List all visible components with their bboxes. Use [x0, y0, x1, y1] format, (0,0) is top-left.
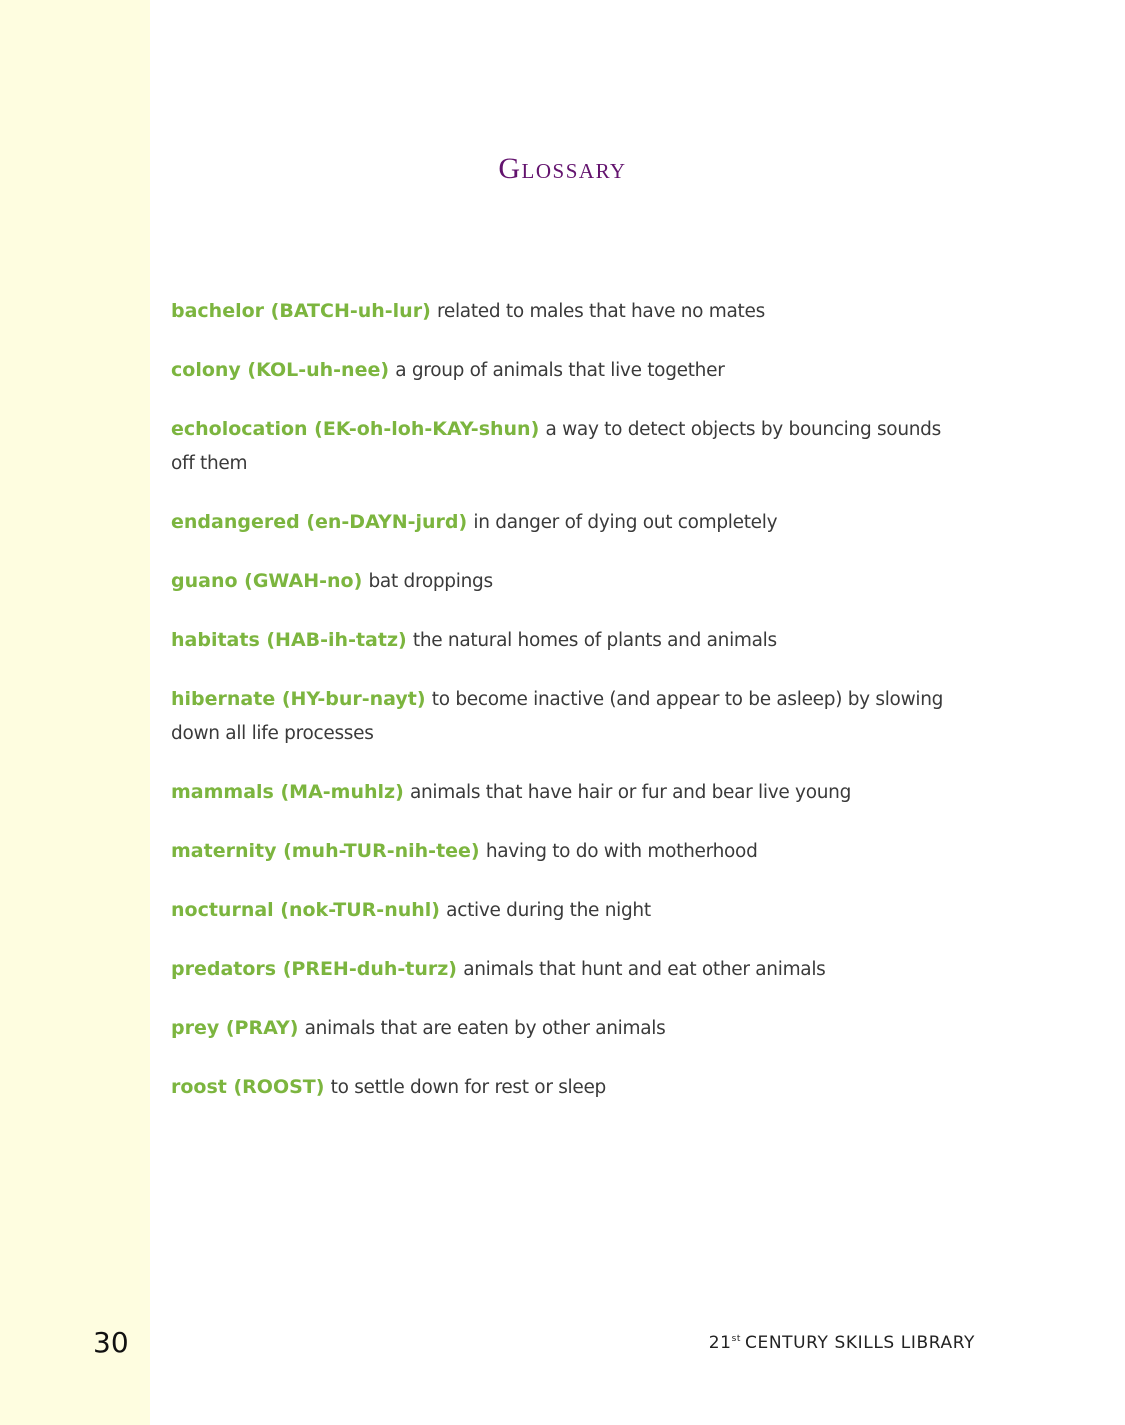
glossary-definition: related to males that have no mates [436, 301, 765, 322]
glossary-entry: nocturnal (nok-TUR-nuhl) active during t… [171, 893, 961, 927]
glossary-term: habitats (HAB-ih-tatz) [171, 629, 407, 651]
glossary-entry: hibernate (HY-bur-nayt) to become inacti… [171, 682, 961, 750]
glossary-entry: roost (ROOST) to settle down for rest or… [171, 1070, 961, 1104]
glossary-entry: bachelor (BATCH-uh-lur) related to males… [171, 294, 961, 328]
series-prefix: 21 [708, 1333, 732, 1353]
glossary-term: echolocation (EK-oh-loh-KAY-shun) [171, 418, 540, 440]
glossary-list: bachelor (BATCH-uh-lur) related to males… [171, 294, 961, 1129]
glossary-definition: the natural homes of plants and animals [412, 630, 777, 651]
glossary-term: colony (KOL-uh-nee) [171, 359, 390, 381]
series-superscript: st [731, 1334, 742, 1344]
glossary-term: predators (PREH-duh-turz) [171, 958, 457, 980]
glossary-entry: mammals (MA-muhlz) animals that have hai… [171, 775, 961, 809]
glossary-term: roost (ROOST) [171, 1076, 325, 1098]
series-suffix: CENTURY SKILLS LIBRARY [745, 1333, 975, 1353]
page-number: 30 [93, 1326, 129, 1359]
glossary-term: guano (GWAH-no) [171, 570, 363, 592]
glossary-entry: prey (PRAY) animals that are eaten by ot… [171, 1011, 961, 1045]
glossary-term: nocturnal (nok-TUR-nuhl) [171, 899, 440, 921]
glossary-definition: having to do with motherhood [485, 841, 758, 862]
glossary-term: bachelor (BATCH-uh-lur) [171, 300, 431, 322]
glossary-term: maternity (muh-TUR-nih-tee) [171, 840, 480, 862]
glossary-definition: active during the night [446, 900, 651, 921]
glossary-entry: colony (KOL-uh-nee) a group of animals t… [171, 353, 961, 387]
glossary-term: prey (PRAY) [171, 1017, 299, 1039]
glossary-entry: guano (GWAH-no) bat droppings [171, 564, 961, 598]
glossary-entry: maternity (muh-TUR-nih-tee) having to do… [171, 834, 961, 868]
glossary-definition: in danger of dying out completely [473, 512, 778, 533]
glossary-entry: habitats (HAB-ih-tatz) the natural homes… [171, 623, 961, 657]
glossary-definition: to settle down for rest or sleep [330, 1077, 607, 1098]
glossary-definition: animals that are eaten by other animals [304, 1018, 666, 1039]
glossary-term: endangered (en-DAYN-jurd) [171, 511, 468, 533]
page-title: Glossary [498, 152, 627, 185]
series-name: 21st CENTURY SKILLS LIBRARY [709, 1333, 975, 1353]
glossary-term: mammals (MA-muhlz) [171, 781, 404, 803]
glossary-entry: echolocation (EK-oh-loh-KAY-shun) a way … [171, 412, 961, 480]
glossary-definition: animals that have hair or fur and bear l… [409, 782, 852, 803]
margin-band [0, 0, 150, 1425]
glossary-term: hibernate (HY-bur-nayt) [171, 688, 426, 710]
glossary-definition: bat droppings [368, 571, 493, 592]
glossary-entry: endangered (en-DAYN-jurd) in danger of d… [171, 505, 961, 539]
glossary-entry: predators (PREH-duh-turz) animals that h… [171, 952, 961, 986]
glossary-definition: a group of animals that live together [395, 360, 725, 381]
glossary-definition: animals that hunt and eat other animals [463, 959, 826, 980]
